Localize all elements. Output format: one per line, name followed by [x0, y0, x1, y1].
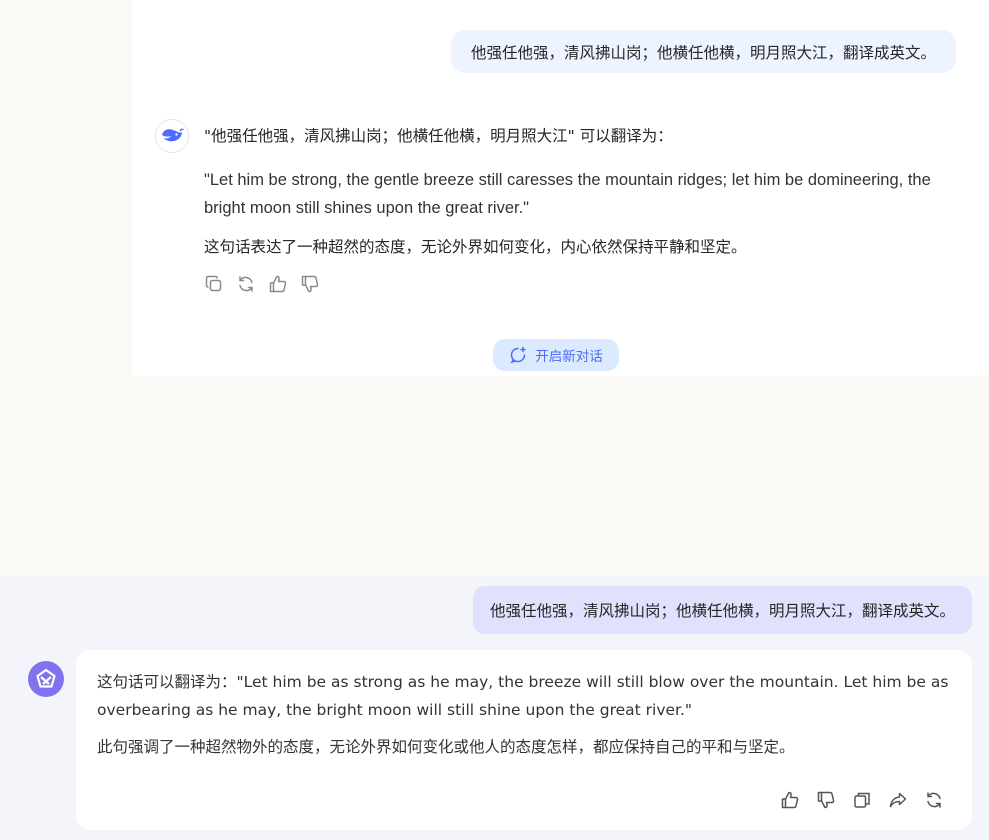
user-message-text: 他强任他强，清风拂山岗；他横任他横，明月照大江，翻译成英文。 — [489, 602, 955, 620]
reply-action-bar — [204, 274, 320, 294]
assistant-avatar — [155, 119, 189, 153]
copy-button[interactable] — [852, 790, 872, 810]
assistant-logo-icon — [36, 668, 56, 688]
user-message-bubble: 他强任他强，清风拂山岗；他横任他横，明月照大江，翻译成英文。 — [472, 586, 972, 634]
user-message-text: 他强任他强，清风拂山岗；他横任他横，明月照大江，翻译成英文。 — [470, 43, 936, 62]
assistant-reply: 这句话可以翻译为："Let him be as strong as he may… — [97, 668, 957, 760]
like-button[interactable] — [268, 274, 288, 294]
copy-icon — [205, 275, 222, 292]
reply-comment: 这句话表达了一种超然的态度，无论外界如何变化，内心依然保持平静和坚定。 — [204, 238, 747, 256]
assistant-avatar — [28, 661, 64, 697]
assistant-reply: "他强任他强，清风拂山岗；他横任他横，明月照大江" 可以翻译为： "Let hi… — [204, 125, 954, 258]
like-button[interactable] — [780, 790, 800, 810]
regenerate-button[interactable] — [236, 274, 256, 294]
share-icon — [889, 792, 907, 808]
copy-icon — [854, 792, 870, 808]
reply-intro: "他强任他强，清风拂山岗；他横任他横，明月照大江" 可以翻译为： — [204, 127, 673, 145]
new-chat-icon — [510, 346, 526, 364]
regenerate-icon — [927, 792, 941, 808]
reply-comment: 此句强调了一种超然物外的态度，无论外界如何变化或他人的态度怎样，都应保持自己的平… — [97, 738, 795, 756]
copy-button[interactable] — [204, 274, 224, 294]
regenerate-button[interactable] — [924, 790, 944, 810]
reply-translation: "Let him be strong, the gentle breeze st… — [204, 171, 931, 217]
dislike-button[interactable] — [300, 274, 320, 294]
thumbs-down-icon — [301, 275, 319, 293]
user-message-bubble: 他强任他强，清风拂山岗；他横任他横，明月照大江，翻译成英文。 — [450, 30, 956, 73]
thumbs-down-icon — [817, 791, 835, 809]
whale-logo-icon — [162, 128, 184, 142]
dislike-button[interactable] — [816, 790, 836, 810]
reply-translation: 这句话可以翻译为："Let him be as strong as he may… — [97, 673, 949, 719]
share-button[interactable] — [888, 790, 908, 810]
thumbs-up-icon — [781, 791, 799, 809]
assistant-reply-card: 这句话可以翻译为："Let him be as strong as he may… — [76, 650, 972, 830]
thumbs-up-icon — [269, 275, 287, 293]
regenerate-icon — [239, 276, 253, 292]
new-chat-label: 开启新对话 — [535, 349, 603, 365]
new-chat-button[interactable]: 开启新对话 — [493, 339, 619, 371]
reply-action-bar — [780, 790, 944, 810]
